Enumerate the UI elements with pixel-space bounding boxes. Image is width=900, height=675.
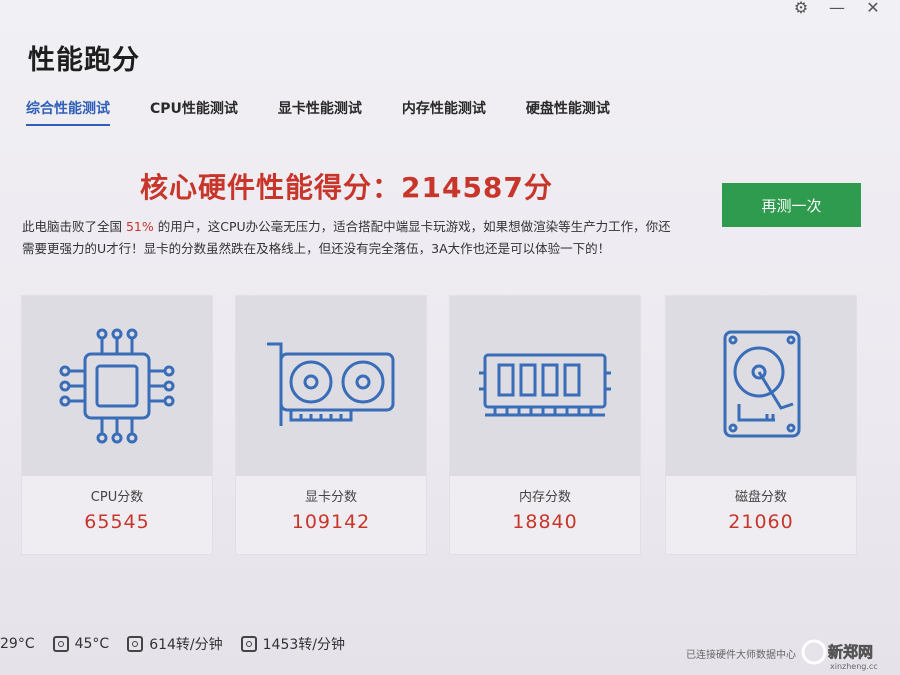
cpu-temp-value: 29°C xyxy=(0,636,35,652)
memory-score-value: 18840 xyxy=(512,511,578,533)
memory-score-card: 内存分数 18840 xyxy=(450,296,640,554)
tab-gpu[interactable]: 显卡性能测试 xyxy=(278,98,362,126)
gpu-score-label: 显卡分数 xyxy=(304,490,357,505)
gpu-score-card: 显卡分数 109142 xyxy=(236,296,426,554)
tab-overall[interactable]: 综合性能测试 xyxy=(26,98,110,126)
cpu-fan-value: 614转/分钟 xyxy=(149,637,223,653)
retest-button[interactable]: 再测一次 xyxy=(722,183,861,227)
score-description: 此电脑击败了全国 51% 的用户，这CPU办公毫无压力，适合搭配中端显卡玩游戏，… xyxy=(22,216,672,260)
connection-status: 已连接硬件大师数据中心 xyxy=(686,650,796,661)
cpu-art xyxy=(22,296,212,476)
case-fan-value: 1453转/分钟 xyxy=(262,637,345,653)
cpu-icon xyxy=(59,328,175,444)
disk-score-value: 21060 xyxy=(728,511,794,533)
gpu-temp: 45°C xyxy=(52,636,110,652)
gpu-score-value: 109142 xyxy=(291,511,371,533)
tab-cpu[interactable]: CPU性能测试 xyxy=(150,98,238,126)
gpu-art xyxy=(236,296,426,476)
svg-text:新郑网: 新郑网 xyxy=(828,643,873,661)
tab-disk[interactable]: 硬盘性能测试 xyxy=(526,98,610,126)
close-icon[interactable]: ✕ xyxy=(864,0,882,17)
disk-art xyxy=(666,296,856,476)
fan-icon xyxy=(240,636,257,652)
memory-art xyxy=(450,296,640,476)
disk-score-card: 磁盘分数 21060 xyxy=(666,296,856,554)
app-window: ⚙ — ✕ 性能跑分 综合性能测试 CPU性能测试 显卡性能测试 内存性能测试 … xyxy=(0,0,900,675)
gear-icon[interactable]: ⚙ xyxy=(792,0,810,17)
minimize-icon[interactable]: — xyxy=(828,0,846,17)
status-bar: 29°C 45°C 614转/分钟 1453转/分钟 xyxy=(0,634,345,654)
window-controls: ⚙ — ✕ xyxy=(792,0,882,17)
cpu-score-card: CPU分数 65545 xyxy=(22,296,212,554)
watermark-logo: 新郑网 xinzheng.cc xyxy=(801,639,878,671)
tab-bar: 综合性能测试 CPU性能测试 显卡性能测试 内存性能测试 硬盘性能测试 xyxy=(26,98,610,126)
gpu-icon xyxy=(267,342,395,426)
hdd-icon xyxy=(723,330,801,438)
disk-score-label: 磁盘分数 xyxy=(734,490,787,505)
gpu-temp-value: 45°C xyxy=(74,636,110,652)
memory-score-label: 内存分数 xyxy=(518,490,571,505)
cpu-fan: 614转/分钟 xyxy=(127,634,223,654)
svg-text:xinzheng.cc: xinzheng.cc xyxy=(830,662,878,671)
cpu-score-value: 65545 xyxy=(84,511,150,533)
temperature-icon xyxy=(52,636,69,652)
cpu-temp: 29°C xyxy=(0,636,35,652)
cpu-score-label: CPU分数 xyxy=(90,490,144,505)
memory-icon xyxy=(479,353,611,417)
total-score: 核心硬件性能得分：214587分 xyxy=(140,171,553,204)
tab-memory[interactable]: 内存性能测试 xyxy=(402,98,486,126)
case-fan: 1453转/分钟 xyxy=(240,634,345,654)
description-prefix: 此电脑击败了全国 xyxy=(22,219,126,234)
page-title: 性能跑分 xyxy=(28,45,140,76)
fan-icon xyxy=(127,636,144,652)
beat-percent: 51% xyxy=(125,219,154,234)
